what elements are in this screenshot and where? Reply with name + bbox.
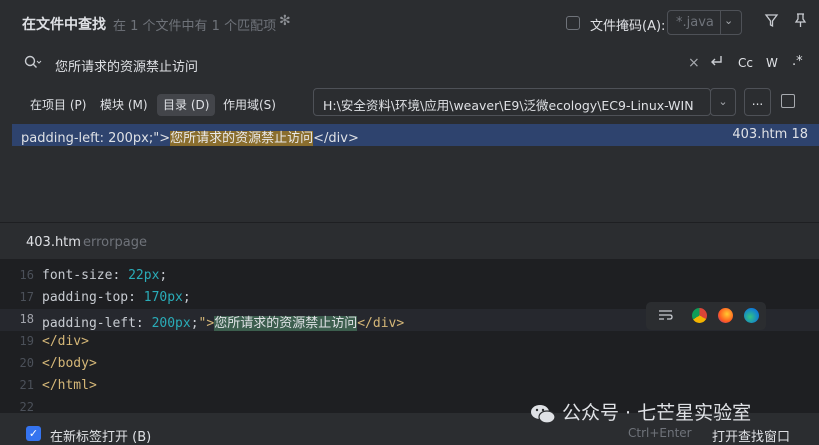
tab-in-project[interactable]: 在项目 (P) — [24, 94, 92, 116]
watermark-text: 公众号 · 七芒星实验室 — [562, 402, 752, 424]
result-prefix: padding-left: 200px;"> — [21, 131, 171, 146]
whole-word-toggle[interactable]: W — [766, 56, 778, 70]
code-line: 19 </div> — [0, 331, 819, 353]
firefox-icon[interactable] — [718, 308, 733, 323]
result-match: 您所请求的资源禁止访问 — [170, 131, 314, 146]
edge-icon[interactable] — [744, 308, 759, 323]
preview-file-path: errorpage — [83, 235, 147, 250]
line-number: 20 — [19, 356, 34, 370]
search-icon[interactable] — [24, 55, 42, 73]
chevron-down-icon[interactable]: ⌄ — [724, 14, 733, 27]
line-number: 21 — [19, 378, 34, 392]
match-case-toggle[interactable]: Cc — [738, 56, 753, 70]
open-find-window-button[interactable]: 打开查找窗口 — [712, 426, 790, 445]
line-number: 16 — [19, 268, 34, 282]
code-text: font-size: 22px; — [42, 268, 168, 283]
result-location: 403.htm 18 — [732, 127, 808, 142]
line-number: 17 — [19, 290, 34, 304]
preview-file-name: 403.htm — [26, 235, 81, 250]
line-number: 18 — [19, 312, 34, 326]
code-text: </body> — [42, 356, 97, 371]
browse-button[interactable]: ... — [744, 88, 771, 116]
file-mask-checkbox[interactable] — [566, 16, 580, 30]
code-line: 16 font-size: 22px; — [0, 265, 819, 287]
code-preview[interactable]: 16 font-size: 22px; 17 padding-top: 170p… — [0, 259, 819, 413]
file-mask-label: 文件掩码(A): — [590, 19, 666, 34]
wechat-icon — [530, 404, 556, 424]
dialog-title: 在文件中查找 — [22, 17, 106, 33]
code-text: padding-top: 170px; — [42, 290, 191, 305]
tab-directory[interactable]: 目录 (D) — [157, 94, 216, 116]
newline-icon[interactable] — [708, 53, 724, 73]
file-mask-separator — [720, 11, 721, 34]
directory-path-input[interactable]: H:\安全资料\环境\应用\weaver\E9\泛微ecology\EC9-Li… — [313, 88, 711, 116]
search-result-row[interactable]: padding-left: 200px;">您所请求的资源禁止访问</div> … — [12, 124, 819, 146]
match-count-text: 在 1 个文件中有 1 个匹配项 — [113, 19, 277, 34]
soft-wrap-icon[interactable] — [658, 308, 673, 323]
path-history-dropdown[interactable]: ⌄ — [710, 88, 736, 116]
loading-spinner-icon: ✻ — [279, 13, 291, 29]
result-code-snippet: padding-left: 200px;">您所请求的资源禁止访问</div> — [21, 127, 359, 146]
result-suffix: </div> — [313, 131, 359, 146]
code-line: 21 </html> — [0, 375, 819, 397]
preview-match: 您所请求的资源禁止访问 — [214, 316, 358, 331]
file-mask-input[interactable]: *.java ⌄ — [667, 10, 742, 35]
open-in-new-tab-label: 在新标签打开 (B) — [50, 430, 152, 445]
open-in-new-tab-checkbox[interactable]: ✓ — [26, 426, 41, 441]
search-input[interactable]: 您所请求的资源禁止访问 — [55, 56, 198, 75]
line-number: 22 — [19, 400, 34, 413]
clear-icon[interactable]: × — [688, 55, 700, 71]
tab-module[interactable]: 模块 (M) — [94, 94, 154, 116]
browser-preview-toolbar — [646, 302, 766, 330]
code-text: </html> — [42, 378, 97, 393]
directory-path-value: H:\安全资料\环境\应用\weaver\E9\泛微ecology\EC9-Li… — [323, 98, 694, 113]
chrome-icon[interactable] — [692, 308, 707, 323]
code-line: 20 </body> — [0, 353, 819, 375]
tab-scope[interactable]: 作用域(S) — [217, 94, 282, 116]
code-text: </div> — [42, 334, 89, 349]
shortcut-hint: Ctrl+Enter — [628, 426, 692, 440]
pin-icon[interactable] — [793, 12, 808, 32]
code-text: padding-left: 200px;">您所请求的资源禁止访问</div> — [42, 316, 405, 331]
file-mask-value: *.java — [676, 15, 714, 30]
recursive-directories-icon[interactable] — [781, 94, 795, 108]
regex-toggle[interactable]: .* — [792, 54, 803, 69]
filter-icon[interactable] — [764, 13, 779, 32]
wechat-watermark: 公众号 · 七芒星实验室 — [530, 398, 751, 425]
line-number: 19 — [19, 334, 34, 348]
